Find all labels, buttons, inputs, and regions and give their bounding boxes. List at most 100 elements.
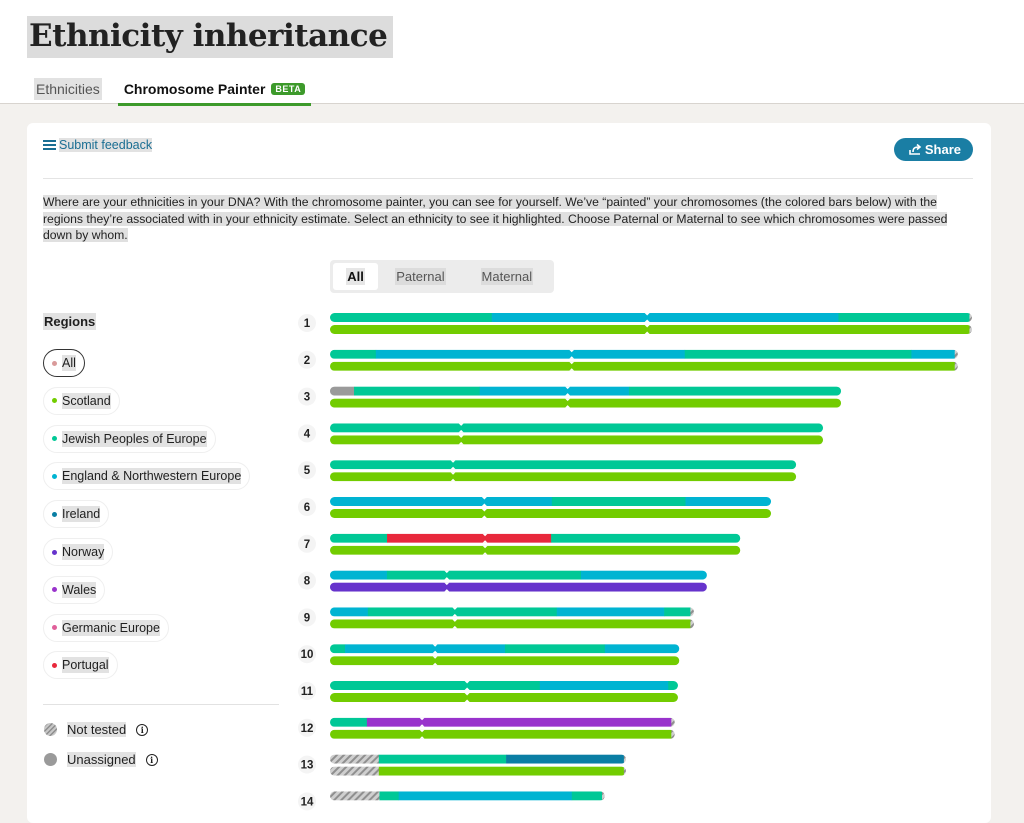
segment-jewish[interactable] bbox=[664, 607, 691, 617]
segment-england[interactable] bbox=[539, 681, 669, 690]
segment-scotland[interactable] bbox=[330, 693, 678, 702]
chromosome-11[interactable]: 11 bbox=[298, 681, 678, 702]
segment-jewish[interactable] bbox=[330, 533, 388, 543]
segment-jewish[interactable] bbox=[668, 681, 678, 690]
chromosome-6[interactable]: 6 bbox=[298, 497, 772, 518]
segment-ireland[interactable] bbox=[506, 754, 625, 764]
chromosome-14[interactable]: 14 bbox=[298, 791, 605, 811]
segment-jewish[interactable] bbox=[330, 313, 493, 322]
segment-nottested[interactable] bbox=[969, 313, 972, 322]
segment-jewish[interactable] bbox=[504, 644, 606, 654]
region-chip-norway[interactable]: Norway bbox=[43, 538, 114, 566]
segment-jewish[interactable] bbox=[378, 754, 507, 764]
segment-england[interactable] bbox=[491, 313, 839, 322]
segment-jewish[interactable] bbox=[379, 791, 399, 801]
segment-jewish[interactable] bbox=[330, 717, 368, 727]
segment-nottested[interactable] bbox=[954, 361, 958, 371]
segment-nottested[interactable] bbox=[690, 619, 695, 629]
segment-nottested[interactable] bbox=[330, 766, 380, 776]
chromosome-8[interactable]: 8 bbox=[298, 570, 707, 592]
chromosome-4[interactable]: 4 bbox=[298, 423, 824, 445]
segment-nottested[interactable] bbox=[969, 325, 972, 334]
segment-nottested[interactable] bbox=[623, 754, 626, 764]
segment-jewish[interactable] bbox=[330, 681, 541, 690]
tab-chromosome-painter[interactable]: Chromosome Painter BETA bbox=[117, 78, 312, 106]
tab-bar: Ethnicities Chromosome Painter BETA bbox=[34, 78, 312, 106]
segment-jewish[interactable] bbox=[684, 349, 912, 359]
segment-wales[interactable] bbox=[366, 717, 672, 727]
filter-all[interactable]: All bbox=[333, 263, 379, 290]
chromosome-3[interactable]: 3 bbox=[298, 386, 842, 408]
chromosome-10[interactable]: 10 bbox=[298, 644, 680, 666]
segment-scotland[interactable] bbox=[378, 766, 625, 776]
segment-jewish[interactable] bbox=[367, 607, 558, 617]
segment-jewish[interactable] bbox=[551, 497, 686, 506]
segment-portugal[interactable] bbox=[387, 533, 552, 543]
segment-nottested[interactable] bbox=[330, 791, 380, 801]
region-chip-germanic-europe[interactable]: Germanic Europe bbox=[43, 613, 169, 642]
segment-jewish[interactable] bbox=[354, 386, 481, 396]
submit-feedback-link[interactable]: Submit feedback bbox=[43, 138, 153, 152]
region-chip-jewish-peoples-of-europe[interactable]: Jewish Peoples of Europe bbox=[43, 424, 216, 453]
region-chip-portugal[interactable]: Portugal bbox=[43, 651, 118, 680]
region-chip-ireland[interactable]: Ireland bbox=[43, 500, 110, 529]
region-chip-all[interactable]: All bbox=[43, 349, 85, 377]
chromosome-13[interactable]: 13 bbox=[298, 754, 626, 776]
segment-england[interactable] bbox=[330, 570, 388, 580]
chromosome-12[interactable]: 12 bbox=[298, 717, 675, 739]
segment-nottested[interactable] bbox=[602, 791, 605, 801]
segment-nottested[interactable] bbox=[690, 607, 695, 617]
segment-scotland[interactable] bbox=[330, 656, 680, 666]
filter-paternal[interactable]: Paternal bbox=[382, 263, 459, 290]
segment-jewish[interactable] bbox=[628, 386, 842, 396]
segment-scotland[interactable] bbox=[330, 361, 956, 371]
segment-jewish[interactable] bbox=[838, 313, 970, 322]
info-icon[interactable]: i bbox=[145, 753, 158, 766]
segment-nottested[interactable] bbox=[623, 766, 626, 776]
segment-scotland[interactable] bbox=[330, 325, 970, 334]
segment-jewish[interactable] bbox=[330, 349, 377, 359]
chromosome-2[interactable]: 2 bbox=[298, 349, 958, 371]
tab-ethnicities[interactable]: Ethnicities bbox=[34, 78, 102, 100]
segment-jewish[interactable] bbox=[551, 533, 741, 543]
segment-england[interactable] bbox=[330, 607, 369, 617]
segment-england[interactable] bbox=[375, 349, 686, 359]
segment-scotland[interactable] bbox=[330, 729, 672, 739]
share-button[interactable]: Share bbox=[893, 138, 973, 161]
region-chip-england-northwestern-europe[interactable]: England & Northwestern Europe bbox=[43, 462, 251, 491]
info-icon[interactable]: i bbox=[136, 723, 149, 736]
segment-england[interactable] bbox=[685, 497, 772, 506]
segment-england[interactable] bbox=[556, 607, 665, 617]
region-chip-scotland[interactable]: Scotland bbox=[43, 386, 120, 415]
segment-scotland[interactable] bbox=[330, 435, 824, 445]
segment-scotland[interactable] bbox=[330, 509, 772, 518]
chromosome-7[interactable]: 7 bbox=[298, 533, 741, 555]
segment-scotland[interactable] bbox=[330, 398, 842, 408]
segment-scotland[interactable] bbox=[330, 619, 691, 629]
segment-england[interactable] bbox=[345, 644, 506, 654]
segment-england[interactable] bbox=[479, 386, 630, 396]
segment-norway[interactable] bbox=[330, 582, 707, 592]
region-chip-wales[interactable]: Wales bbox=[43, 575, 106, 604]
segment-jewish[interactable] bbox=[386, 570, 582, 580]
segment-unassigned[interactable] bbox=[330, 386, 355, 396]
segment-jewish[interactable] bbox=[330, 644, 346, 654]
segment-nottested[interactable] bbox=[671, 729, 675, 739]
segment-nottested[interactable] bbox=[954, 349, 958, 359]
segment-england[interactable] bbox=[911, 349, 956, 359]
chromosome-5[interactable]: 5 bbox=[298, 460, 797, 482]
filter-maternal[interactable]: Maternal bbox=[463, 263, 551, 290]
segment-england[interactable] bbox=[604, 644, 680, 654]
segment-nottested[interactable] bbox=[671, 717, 675, 727]
chromosome-9[interactable]: 9 bbox=[298, 607, 695, 629]
segment-jewish[interactable] bbox=[330, 460, 797, 470]
segment-scotland[interactable] bbox=[330, 472, 797, 482]
segment-england[interactable] bbox=[398, 791, 573, 801]
chromosome-1[interactable]: 1 bbox=[298, 313, 972, 334]
segment-england[interactable] bbox=[330, 497, 553, 506]
segment-jewish[interactable] bbox=[330, 423, 824, 433]
segment-scotland[interactable] bbox=[330, 545, 741, 555]
segment-jewish[interactable] bbox=[571, 791, 603, 801]
segment-england[interactable] bbox=[580, 570, 707, 580]
segment-nottested[interactable] bbox=[330, 754, 380, 764]
